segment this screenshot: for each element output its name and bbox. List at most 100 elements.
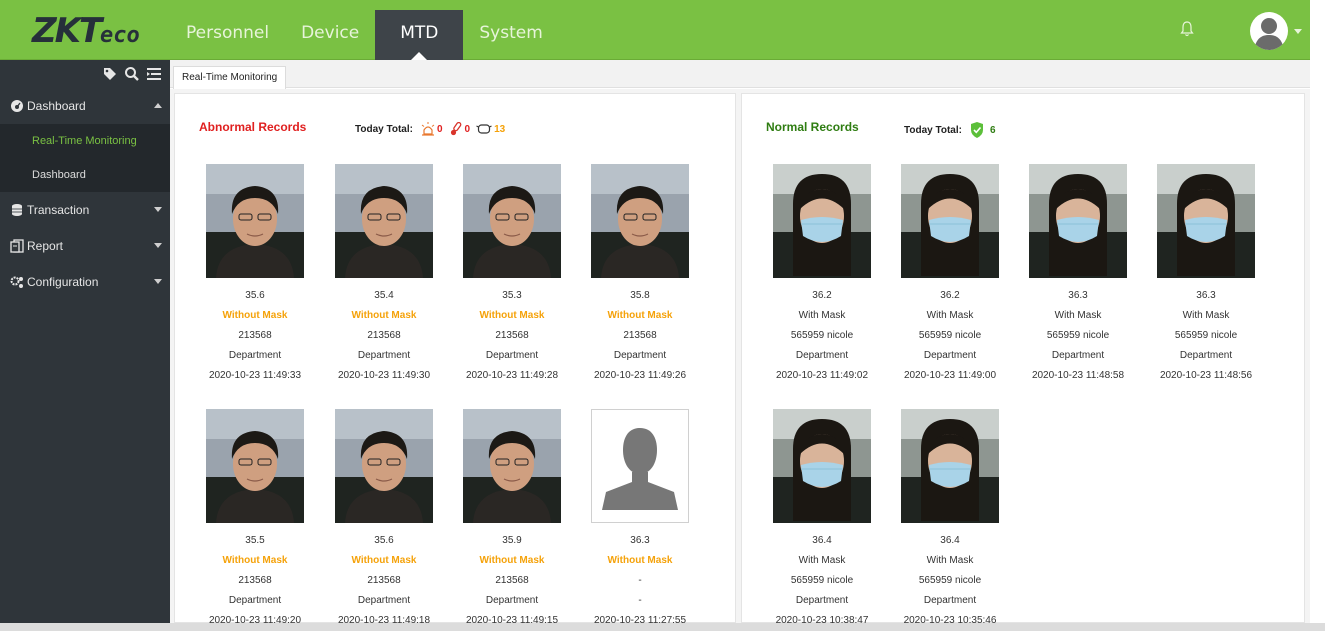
record-photo[interactable] [1029,164,1127,278]
record-card[interactable]: 36.2 With Mask 565959 nicole Department 2020… [758,164,886,386]
alarm-icon [421,122,435,136]
mask-icon [476,124,492,134]
mask-count: 13 [494,123,506,135]
record-person: 565959 nicole [790,575,854,586]
record-photo[interactable] [335,409,433,523]
record-card[interactable]: 36.2 With Mask 565959 nicole Department 2020… [886,164,1014,386]
sidebar: Dashboard Real-Time Monitoring Dashboard… [0,60,170,623]
sidebar-item-dashboard[interactable]: Dashboard [0,88,170,124]
bell-icon[interactable] [1178,20,1196,38]
face-photo [591,164,689,278]
tab-real-time-monitoring[interactable]: Real-Time Monitoring [173,66,287,89]
chevron-down-icon[interactable] [1294,29,1302,34]
record-photo[interactable] [591,164,689,278]
record-card[interactable]: 35.3 Without Mask 213568 Department 2020-10-… [448,164,576,386]
record-temperature: 36.4 [940,535,960,546]
nav-mtd[interactable]: MTD [375,10,464,60]
list-icon[interactable] [146,66,162,82]
record-department: Department [228,595,282,606]
face-photo [335,409,433,523]
record-time: 2020-10-23 11:49:28 [465,370,559,381]
record-person: 565959 nicole [1046,330,1110,341]
record-time: 2020-10-23 11:49:18 [337,615,431,626]
record-card[interactable]: 36.4 With Mask 565959 nicole Department 2020… [758,409,886,631]
record-time: 2020-10-23 10:38:47 [775,615,869,626]
record-card[interactable]: 36.3 With Mask 565959 nicole Department 2020… [1014,164,1142,386]
avatar[interactable] [1250,12,1288,50]
sidebar-item-report[interactable]: Report [0,228,170,264]
face-photo [1029,164,1127,278]
record-person: 565959 nicole [1174,330,1238,341]
tag-icon[interactable] [102,66,118,82]
face-photo [463,164,561,278]
record-photo[interactable] [335,164,433,278]
record-department: Department [485,350,539,361]
nav-system[interactable]: System [463,10,558,60]
record-card[interactable]: 36.4 With Mask 565959 nicole Department 2020… [886,409,1014,631]
chevron-up-icon [154,103,162,108]
sidebar-item-transaction[interactable]: Transaction [0,192,170,228]
record-temperature: 36.3 [1196,290,1216,301]
sidebar-item-dashboard-sub[interactable]: Dashboard [0,158,170,192]
record-mask-status: Without Mask [479,310,545,321]
face-photo [206,164,304,278]
sidebar-item-configuration[interactable]: Configuration [0,264,170,300]
record-mask-status: Without Mask [222,555,288,566]
record-person: 213568 [495,330,529,341]
record-temperature: 35.6 [374,535,394,546]
chevron-down-icon [154,279,162,284]
record-photo[interactable] [773,409,871,523]
record-card[interactable]: 35.6 Without Mask 213568 Department 2020-10-… [320,409,448,631]
chevron-down-icon [154,243,162,248]
record-card[interactable]: 35.8 Without Mask 213568 Department 2020-10-… [576,164,704,386]
default-avatar-icon [592,410,688,522]
record-mask-status: Without Mask [479,555,545,566]
record-photo[interactable] [1157,164,1255,278]
record-time: 2020-10-23 11:49:00 [903,370,997,381]
record-card[interactable]: 36.3 Without Mask - - 2020-10-23 11:27:55 [576,409,704,631]
face-photo [773,409,871,523]
main-content: Abnormal Records Today Total: 0 0 13 35.… [170,89,1310,626]
abnormal-records-panel: Abnormal Records Today Total: 0 0 13 35.… [174,93,736,626]
sidebar-item-label: Report [27,239,64,253]
record-mask-status: With Mask [926,310,974,321]
record-photo[interactable] [463,164,561,278]
record-photo[interactable] [591,409,689,523]
record-photo[interactable] [206,409,304,523]
record-person: 213568 [367,330,401,341]
record-card[interactable]: 35.5 Without Mask 213568 Department 2020-10-… [191,409,319,631]
face-photo [901,164,999,278]
record-time: 2020-10-23 11:48:58 [1031,370,1125,381]
nav-device[interactable]: Device [285,10,375,60]
record-temperature: 36.4 [812,535,832,546]
record-mask-status: With Mask [926,555,974,566]
record-card[interactable]: 35.6 Without Mask 213568 Department 2020-10-… [191,164,319,386]
zkteco-logo[interactable]: ZKT eco [14,6,164,54]
record-card[interactable]: 35.9 Without Mask 213568 Department 2020-10-… [448,409,576,631]
chevron-down-icon [154,207,162,212]
nav-personnel[interactable]: Personnel [170,10,285,60]
record-card[interactable]: 36.3 With Mask 565959 nicole Department 2020… [1142,164,1270,386]
record-time: 2020-10-23 11:27:55 [593,615,687,626]
tab-bar: Real-Time Monitoring [170,60,1310,89]
abnormal-title: Abnormal Records [199,120,307,134]
record-department: Department [613,350,667,361]
thermometer-count: 0 [464,123,471,135]
record-photo[interactable] [773,164,871,278]
record-card[interactable]: 35.4 Without Mask 213568 Department 2020-10-… [320,164,448,386]
record-photo[interactable] [901,409,999,523]
sidebar-item-real-time-monitoring[interactable]: Real-Time Monitoring [0,124,170,158]
record-photo[interactable] [901,164,999,278]
record-photo[interactable] [463,409,561,523]
record-person: 213568 [238,330,272,341]
record-person: 565959 nicole [918,575,982,586]
record-department: Department [485,595,539,606]
search-icon[interactable] [124,66,140,82]
record-photo[interactable] [206,164,304,278]
shield-check-icon [970,122,983,138]
record-person: 565959 nicole [790,330,854,341]
record-time: 2020-10-23 11:49:33 [208,370,302,381]
normal-count: 6 [989,124,996,136]
record-temperature: 36.3 [630,535,650,546]
record-person: 213568 [367,575,401,586]
